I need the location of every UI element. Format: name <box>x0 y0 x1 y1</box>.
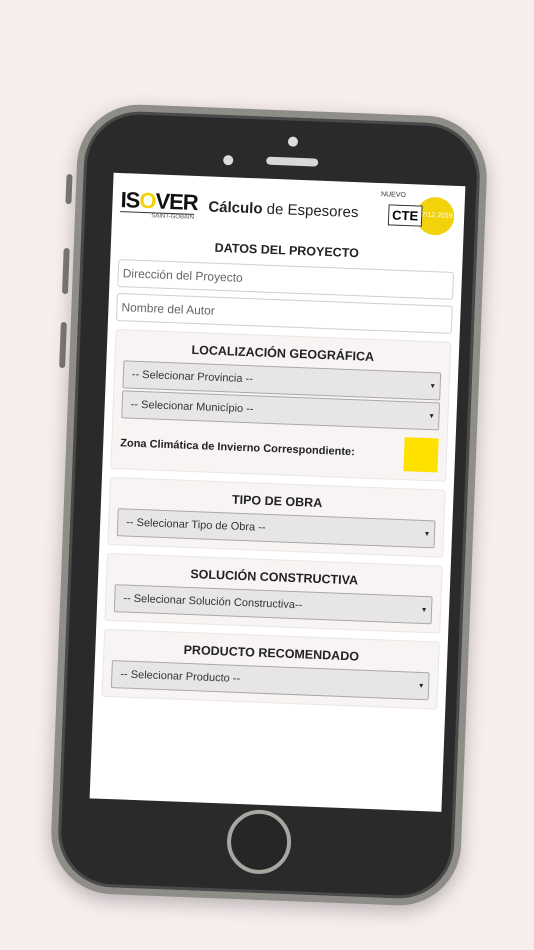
home-button[interactable] <box>225 808 293 876</box>
work-type-select[interactable]: -- Selecionar Tipo de Obra -- ▾ <box>116 508 436 549</box>
climate-zone-swatch <box>403 437 439 473</box>
work-type-card: TIPO DE OBRA -- Selecionar Tipo de Obra … <box>107 476 446 558</box>
phone-screen: ISOVER SAINT-GOBAIN Cálculo de Espesores… <box>89 172 466 812</box>
phone-volume-down-button <box>59 321 67 369</box>
cte-badge: NUEVO CTE 27/12 2019 <box>381 191 455 236</box>
solution-card: SOLUCIÓN CONSTRUCTIVA -- Selecionar Solu… <box>104 552 443 634</box>
app-header: ISOVER SAINT-GOBAIN Cálculo de Espesores… <box>111 173 465 246</box>
chevron-down-icon: ▾ <box>430 381 435 391</box>
phone-speaker <box>266 156 319 167</box>
location-card: LOCALIZACIÓN GEOGRÁFICA -- Selecionar Pr… <box>110 328 452 482</box>
solution-select[interactable]: -- Selecionar Solución Constructiva-- ▾ <box>113 584 433 625</box>
climate-zone-label: Zona Climática de Invierno Correspondien… <box>120 437 356 459</box>
chevron-down-icon: ▾ <box>429 411 434 421</box>
phone-mockup: ISOVER SAINT-GOBAIN Cálculo de Espesores… <box>48 102 490 908</box>
front-camera <box>287 136 299 147</box>
app-title: Cálculo de Espesores <box>208 197 359 221</box>
phone-body: ISOVER SAINT-GOBAIN Cálculo de Espesores… <box>48 102 490 908</box>
climate-zone-row: Zona Climática de Invierno Correspondien… <box>120 426 439 473</box>
author-name-input[interactable]: Nombre del Autor <box>115 293 453 334</box>
chevron-down-icon: ▾ <box>421 604 427 615</box>
logo-subtitle: SAINT-GOBAIN <box>119 210 195 221</box>
isover-logo: ISOVER SAINT-GOBAIN <box>119 186 199 221</box>
phone-volume-up-button <box>61 247 70 295</box>
product-select[interactable]: -- Selecionar Producto -- ▾ <box>110 660 430 701</box>
phone-side-button <box>65 173 73 205</box>
product-card: PRODUCTO RECOMENDADO -- Selecionar Produ… <box>101 628 440 710</box>
project-address-input[interactable]: Dirección del Proyecto <box>117 259 455 300</box>
proximity-sensor <box>223 154 234 166</box>
chevron-down-icon: ▾ <box>418 680 424 691</box>
chevron-down-icon: ▾ <box>424 529 430 539</box>
